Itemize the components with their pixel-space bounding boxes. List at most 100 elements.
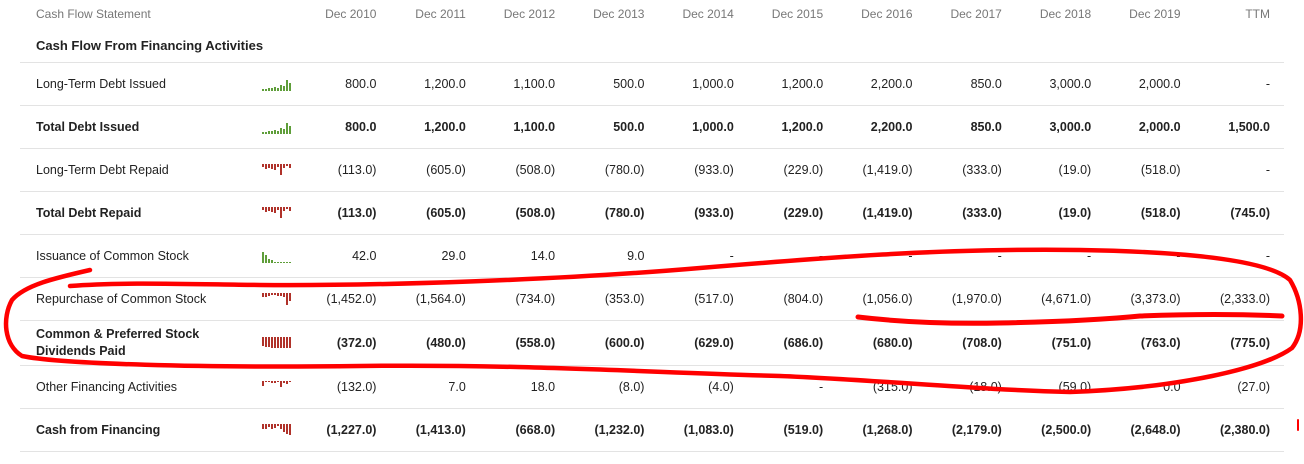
table-row: Long-Term Debt Issued 800.0 1,200.0 1,100.0… bbox=[20, 62, 1284, 106]
sparkline-chart-icon bbox=[261, 293, 291, 306]
value-cell: (19.0) bbox=[1015, 191, 1106, 235]
value-cell: (605.0) bbox=[390, 191, 480, 235]
value-cell: (1,452.0) bbox=[301, 277, 391, 321]
period-header[interactable]: Dec 2016 bbox=[837, 0, 926, 28]
period-header[interactable]: Dec 2012 bbox=[480, 0, 569, 28]
table-row: Cash from Financing (1,227.0) (1,413.0) (66… bbox=[20, 408, 1284, 452]
value-cell: (4.0) bbox=[658, 365, 748, 409]
row-label[interactable]: Long-Term Debt Repaid bbox=[20, 148, 246, 192]
sparkline-chart-icon bbox=[261, 250, 291, 264]
value-cell: (508.0) bbox=[479, 148, 570, 192]
value-cell: (933.0) bbox=[658, 148, 748, 192]
value-cell: (780.0) bbox=[569, 191, 659, 235]
value-cell: - bbox=[1194, 234, 1284, 278]
value-cell: (780.0) bbox=[569, 148, 659, 192]
row-label[interactable]: Long-Term Debt Issued bbox=[20, 62, 246, 106]
row-label[interactable]: Total Debt Repaid bbox=[20, 191, 246, 235]
value-cell: (1,564.0) bbox=[390, 277, 480, 321]
period-header[interactable]: Dec 2011 bbox=[390, 0, 479, 28]
value-cell: 850.0 bbox=[926, 62, 1016, 106]
value-cell: (8.0) bbox=[569, 365, 659, 409]
value-cell: 29.0 bbox=[390, 234, 480, 278]
period-header[interactable]: TTM bbox=[1195, 0, 1284, 28]
cash-flow-table: Cash Flow Statement Dec 2010 Dec 2011 De… bbox=[20, 0, 1284, 452]
sparkline-header bbox=[246, 0, 301, 28]
value-cell: 14.0 bbox=[479, 234, 570, 278]
sparkline-cell[interactable] bbox=[245, 105, 302, 149]
value-cell: (686.0) bbox=[747, 320, 838, 366]
value-cell: (600.0) bbox=[569, 320, 659, 366]
value-cell: (519.0) bbox=[747, 408, 838, 452]
value-cell: - bbox=[747, 234, 838, 278]
value-cell: 1,100.0 bbox=[479, 105, 570, 149]
table-row: Repurchase of Common Stock (1,452.0) (1,56… bbox=[20, 277, 1284, 321]
value-cell: (745.0) bbox=[1194, 191, 1284, 235]
value-cell: 9.0 bbox=[569, 234, 659, 278]
sparkline-cell[interactable] bbox=[245, 320, 302, 366]
value-cell: (1,413.0) bbox=[390, 408, 480, 452]
value-cell: 500.0 bbox=[569, 62, 659, 106]
table-row: Total Debt Issued 800.0 1,200.0 1,100.0 500.… bbox=[20, 105, 1284, 149]
period-header[interactable]: Dec 2010 bbox=[301, 0, 390, 28]
value-cell: (19.0) bbox=[1015, 148, 1106, 192]
value-cell: 2,200.0 bbox=[837, 62, 927, 106]
row-label[interactable]: Total Debt Issued bbox=[20, 105, 246, 149]
value-cell: (1,419.0) bbox=[837, 191, 927, 235]
table-row: Common & Preferred Stock Dividends Paid (… bbox=[20, 320, 1284, 366]
period-header[interactable]: Dec 2013 bbox=[569, 0, 658, 28]
period-header[interactable]: Dec 2014 bbox=[658, 0, 747, 28]
value-cell: 0.0 bbox=[1105, 365, 1195, 409]
row-label[interactable]: Repurchase of Common Stock bbox=[20, 277, 246, 321]
value-cell: 500.0 bbox=[569, 105, 659, 149]
value-cell: (518.0) bbox=[1105, 148, 1195, 192]
value-cell: (518.0) bbox=[1105, 191, 1195, 235]
value-cell: (229.0) bbox=[747, 148, 838, 192]
value-cell: (558.0) bbox=[479, 320, 570, 366]
row-label[interactable]: Common & Preferred Stock Dividends Paid bbox=[20, 320, 246, 366]
value-cell: (2,648.0) bbox=[1105, 408, 1195, 452]
value-cell: (629.0) bbox=[658, 320, 748, 366]
period-header[interactable]: Dec 2015 bbox=[748, 0, 837, 28]
value-cell: (933.0) bbox=[658, 191, 748, 235]
value-cell: - bbox=[1105, 234, 1195, 278]
value-cell: 3,000.0 bbox=[1015, 105, 1106, 149]
value-cell: (315.0) bbox=[837, 365, 927, 409]
table-row: Long-Term Debt Repaid (113.0) (605.0) (508.… bbox=[20, 148, 1284, 192]
value-cell: (333.0) bbox=[926, 148, 1016, 192]
value-cell: (2,500.0) bbox=[1015, 408, 1106, 452]
row-label[interactable]: Cash from Financing bbox=[20, 408, 246, 452]
sparkline-cell[interactable] bbox=[245, 148, 302, 192]
value-cell: 1,200.0 bbox=[390, 62, 480, 106]
sparkline-cell[interactable] bbox=[245, 62, 302, 106]
value-cell: - bbox=[837, 234, 927, 278]
period-header[interactable]: Dec 2018 bbox=[1016, 0, 1105, 28]
sparkline-chart-icon bbox=[261, 164, 291, 177]
value-cell: (1,970.0) bbox=[926, 277, 1016, 321]
sparkline-cell[interactable] bbox=[245, 365, 302, 409]
value-cell: (763.0) bbox=[1105, 320, 1195, 366]
value-cell: (751.0) bbox=[1015, 320, 1106, 366]
sparkline-cell[interactable] bbox=[245, 191, 302, 235]
value-cell: (517.0) bbox=[658, 277, 748, 321]
statement-title: Cash Flow Statement bbox=[36, 7, 151, 21]
value-cell: (59.0) bbox=[1015, 365, 1106, 409]
sparkline-chart-icon bbox=[261, 424, 291, 437]
value-cell: (605.0) bbox=[390, 148, 480, 192]
value-cell: 2,200.0 bbox=[837, 105, 927, 149]
sparkline-cell[interactable] bbox=[245, 408, 302, 452]
value-cell: 800.0 bbox=[301, 62, 391, 106]
sparkline-cell[interactable] bbox=[245, 234, 302, 278]
row-label[interactable]: Other Financing Activities bbox=[20, 365, 246, 409]
value-cell: (353.0) bbox=[569, 277, 659, 321]
period-header[interactable]: Dec 2019 bbox=[1105, 0, 1194, 28]
header-row: Cash Flow Statement Dec 2010 Dec 2011 De… bbox=[20, 0, 1284, 28]
value-cell: 7.0 bbox=[390, 365, 480, 409]
period-header[interactable]: Dec 2017 bbox=[927, 0, 1016, 28]
row-label[interactable]: Issuance of Common Stock bbox=[20, 234, 246, 278]
sparkline-cell[interactable] bbox=[245, 277, 302, 321]
value-cell: 1,200.0 bbox=[747, 105, 838, 149]
section-header-row: Cash Flow From Financing Activities bbox=[20, 28, 1284, 63]
table-row: Total Debt Repaid (113.0) (605.0) (508.0) (7… bbox=[20, 191, 1284, 235]
value-cell: 1,500.0 bbox=[1194, 105, 1284, 149]
value-cell: (18.0) bbox=[926, 365, 1016, 409]
